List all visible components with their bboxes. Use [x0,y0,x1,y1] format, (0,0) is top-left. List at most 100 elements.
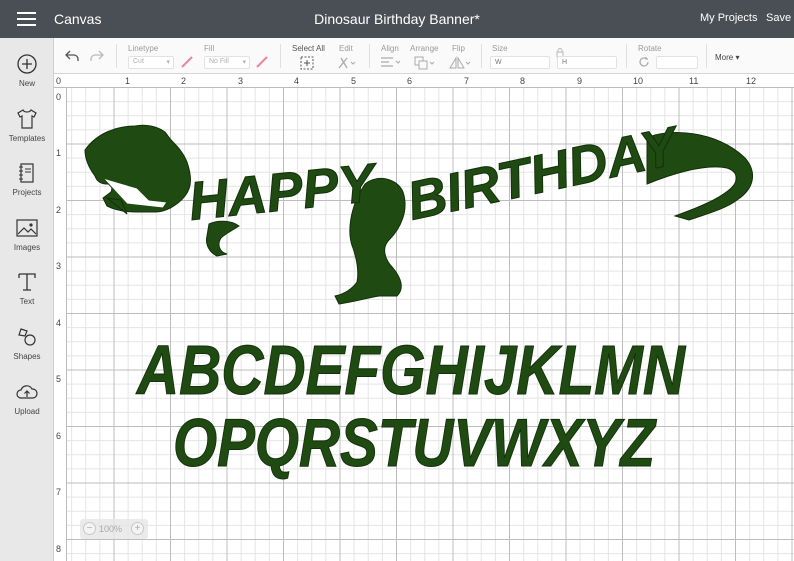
fill-select[interactable]: No Fill ▾ [204,56,250,69]
more-label: More [715,53,734,62]
sidebar-item-projects[interactable]: Projects [0,161,54,197]
plus-circle-icon [17,54,37,74]
toolbar-divider [116,44,117,68]
ruler-number: 7 [464,76,470,86]
edit-tools-icon[interactable] [337,56,357,70]
caret-down-icon: ▾ [735,53,740,62]
sidebar-item-shapes[interactable]: Shapes [0,325,54,361]
sidebar-item-label: Projects [12,188,42,197]
toolbar-divider [706,44,707,68]
ruler-number: 10 [633,76,644,86]
notebook-icon [19,163,34,183]
fill-value: No Fill [209,58,229,65]
width-input[interactable] [490,56,550,69]
ruler-left: 0 1 2 3 4 5 6 7 8 [54,88,67,561]
sidebar-item-label: Upload [14,407,40,416]
alphabet-row-2[interactable]: OPQRSTUVWXYZ [173,405,658,482]
image-icon [16,219,38,237]
zoom-in-button[interactable]: + [131,522,144,535]
ruler-number: 8 [520,76,526,86]
sidebar-item-images[interactable]: Images [0,216,54,252]
sidebar-item-upload[interactable]: Upload [0,380,54,416]
trex-head-shape[interactable] [84,124,191,215]
chevron-down-icon: ▾ [166,59,170,66]
app-title: Canvas [54,11,102,27]
rotate-icon[interactable] [638,56,650,68]
ruler-number: 5 [56,374,62,384]
save-button[interactable]: Save [766,12,791,24]
ruler-number: 0 [56,76,62,86]
align-icon[interactable] [380,56,402,68]
ruler-number: 3 [238,76,244,86]
ruler-number: 6 [56,431,62,441]
undo-icon[interactable] [64,50,80,62]
ruler-number: 4 [56,318,62,328]
chevron-down-icon: ▾ [242,59,246,66]
zoom-value: 100% [99,524,123,534]
ruler-number: 11 [689,76,699,86]
sidebar-item-text[interactable]: Text [0,270,54,306]
ruler-number: 9 [577,76,583,86]
toolbar-divider [481,44,482,68]
left-sidebar: New Templates Projects Images Text Shape… [0,38,54,561]
edit-toolbar: Linetype Cut ▾ Fill No Fill ▾ Select All… [54,38,794,74]
linetype-pen-icon[interactable] [180,55,194,69]
edit-label: Edit [339,44,353,53]
flip-icon[interactable] [448,56,472,70]
menu-icon[interactable] [17,12,36,26]
size-label: Size [492,44,508,53]
document-title: Dinosaur Birthday Banner* [314,11,480,27]
sidebar-item-label: Shapes [13,352,41,361]
arrange-label: Arrange [410,44,439,53]
banner-word-birthday[interactable]: BIRTHDAY [402,115,688,233]
ruler-number: 6 [407,76,413,86]
tshirt-icon [17,109,37,129]
ruler-number: 4 [294,76,300,86]
ruler-number: 2 [56,205,62,215]
ruler-number: 1 [56,148,62,158]
arrange-icon[interactable] [414,56,436,70]
ruler-number: 5 [351,76,357,86]
ruler-number: 7 [56,487,62,497]
redo-icon[interactable] [89,50,105,62]
zoom-control: − 100% + [80,519,148,539]
rotate-label: Rotate [638,44,662,53]
design-canvas[interactable]: HAPPY BIRTHDAY ABCDEFGHIJKLMN OPQRSTUVWX… [67,88,794,561]
design-artwork[interactable]: HAPPY BIRTHDAY ABCDEFGHIJKLMN OPQRSTUVWX… [67,88,794,561]
ruler-number: 2 [181,76,187,86]
sidebar-item-label: Images [13,243,41,252]
toolbar-divider [280,44,281,68]
ruler-number: 8 [56,544,62,554]
ruler-number: 0 [56,92,62,102]
my-projects-button[interactable]: My Projects [700,12,757,24]
align-label: Align [381,44,399,53]
toolbar-divider [369,44,370,68]
sidebar-item-templates[interactable]: Templates [0,107,54,143]
ruler-top: 0 1 2 3 4 5 6 7 8 9 10 11 12 [54,75,794,88]
cloud-upload-icon [16,385,38,399]
fill-pen-icon[interactable] [255,55,269,69]
select-all-icon[interactable] [300,56,314,70]
fill-label: Fill [204,44,215,53]
toolbar-divider [626,44,627,68]
alphabet-row-1[interactable]: ABCDEFGHIJKLMN [135,331,687,410]
linetype-label: Linetype [128,44,159,53]
zoom-out-button[interactable]: − [83,522,96,535]
sidebar-item-label: Templates [8,134,46,143]
height-input[interactable] [557,56,617,69]
shapes-icon [18,328,36,346]
linetype-value: Cut [133,58,144,65]
ruler-number: 1 [125,76,131,86]
sidebar-item-label: New [18,79,35,88]
ruler-number: 3 [56,261,62,271]
ruler-number: 12 [746,76,757,86]
top-bar: Canvas Dinosaur Birthday Banner* My Proj… [0,0,794,38]
more-button[interactable]: More ▾ [715,53,739,62]
sidebar-item-new[interactable]: New [0,52,54,88]
sidebar-item-label: Text [19,297,35,306]
text-t-icon [18,273,36,291]
flip-label: Flip [452,44,465,53]
select-all-label: Select All [292,44,325,53]
rotate-input[interactable] [656,56,698,69]
linetype-select[interactable]: Cut ▾ [128,56,174,69]
